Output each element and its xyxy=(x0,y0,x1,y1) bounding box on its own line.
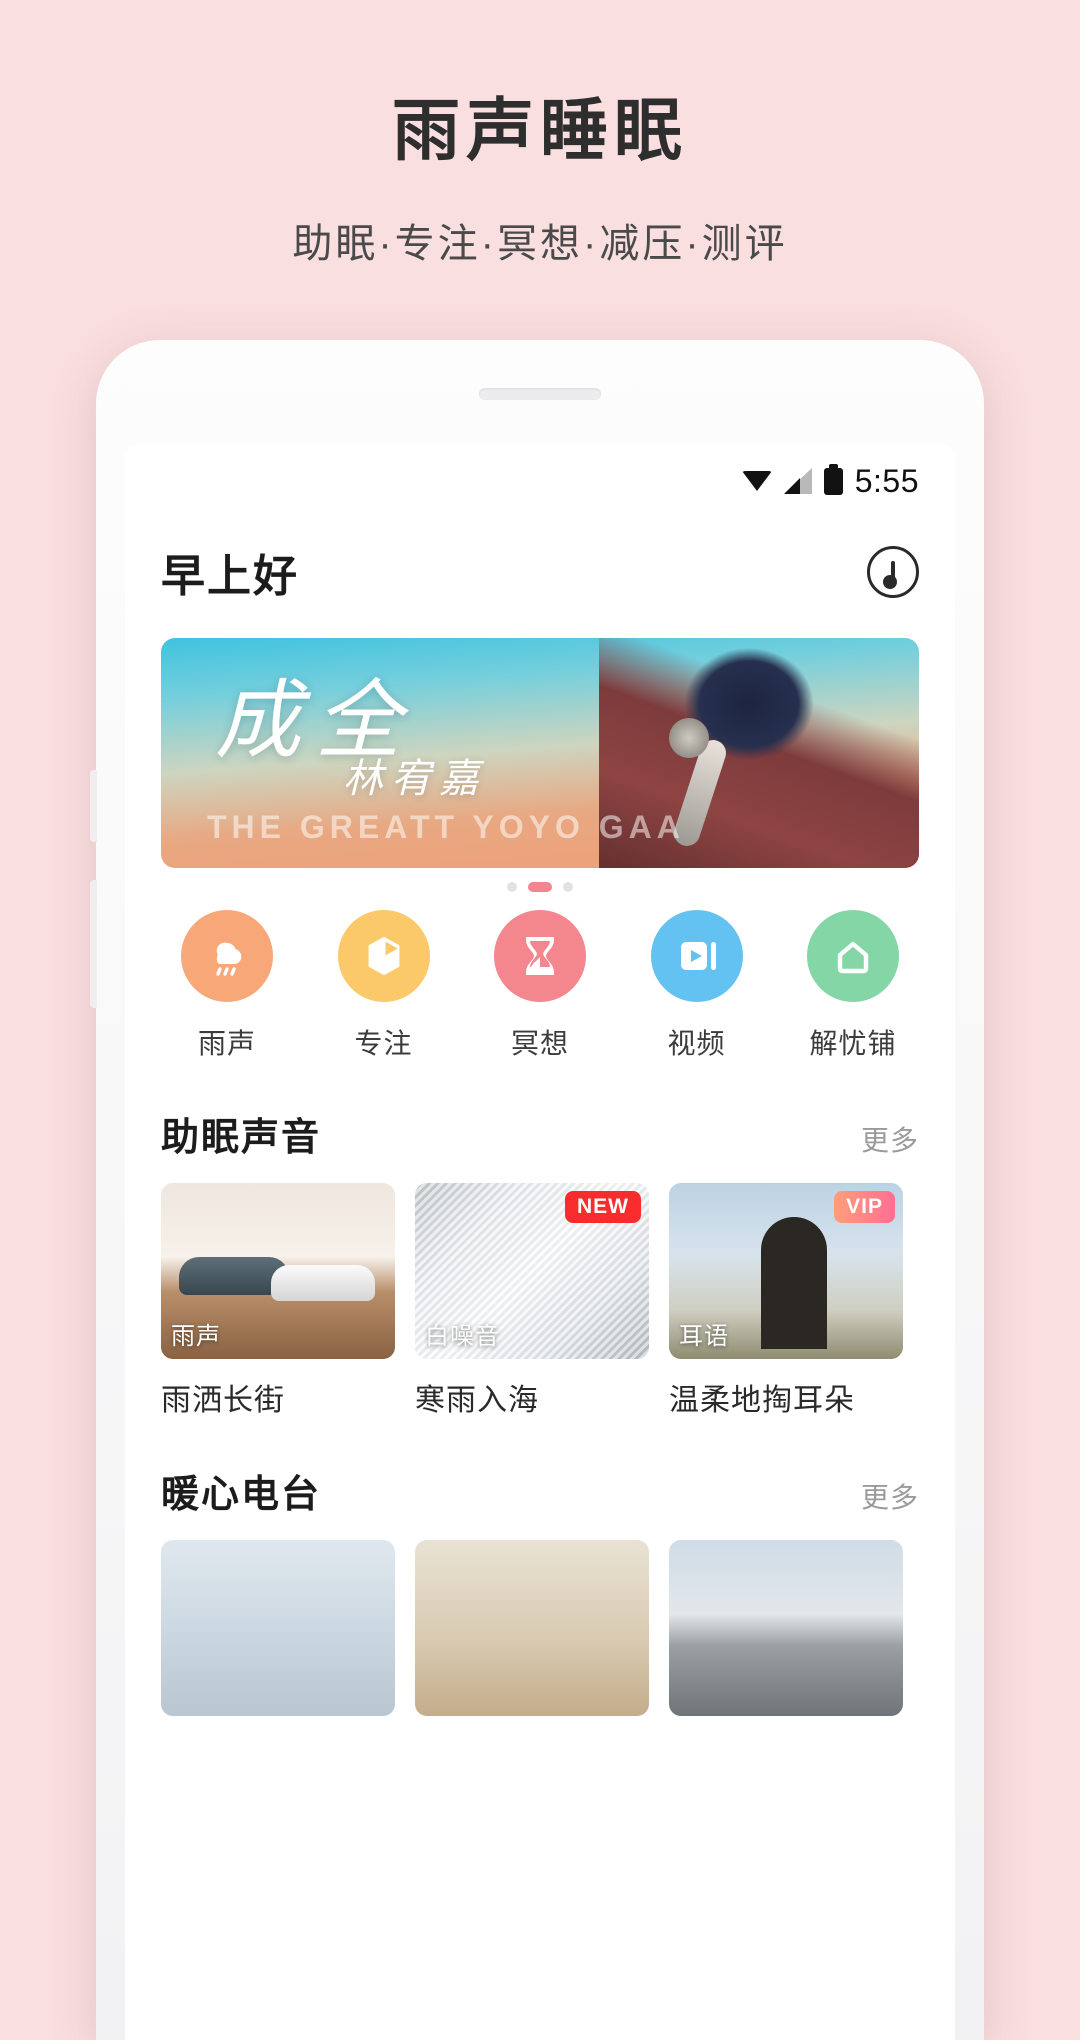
category-label: 雨声 xyxy=(197,1028,256,1059)
section-more-link[interactable]: 更多 xyxy=(861,1476,919,1516)
status-bar: 5:55 xyxy=(125,444,955,518)
banner-carousel[interactable]: 成全 林宥嘉 THE GREATT YOYO GAA xyxy=(125,626,955,896)
signal-icon xyxy=(783,468,812,494)
category-label: 冥想 xyxy=(510,1028,569,1059)
card-thumbnail[interactable]: 雨声 xyxy=(161,1183,395,1359)
content-card[interactable]: 雨声雨洒长街 xyxy=(161,1183,395,1419)
battery-icon xyxy=(823,463,843,495)
phone-side-button-up xyxy=(90,770,97,842)
app-header: 早上好 xyxy=(125,518,955,626)
video-play-icon[interactable] xyxy=(650,910,743,1002)
content-card[interactable] xyxy=(161,1540,395,1716)
category-label: 解忧铺 xyxy=(809,1028,897,1059)
card-title: 温柔地掏耳朵 xyxy=(669,1384,855,1417)
content-card[interactable] xyxy=(669,1540,903,1716)
music-disc-icon[interactable] xyxy=(867,546,919,598)
carousel-dot[interactable] xyxy=(563,882,573,892)
promo-subtitle: 助眠·专注·冥想·减压·测评 xyxy=(292,222,788,267)
content-card[interactable]: 白噪音 NEW 寒雨入海 xyxy=(415,1183,649,1419)
card-thumbnail[interactable] xyxy=(669,1540,903,1716)
card-row-1 xyxy=(125,1518,955,1716)
category-label: 视频 xyxy=(667,1028,726,1059)
category-item-2[interactable]: 冥想 xyxy=(482,910,598,1062)
carousel-dot-active[interactable] xyxy=(528,882,552,892)
card-thumbnail[interactable]: 白噪音 NEW xyxy=(415,1183,649,1359)
wifi-icon xyxy=(741,469,772,493)
card-tag: 白噪音 xyxy=(425,1323,500,1350)
phone-screen: 5:55 早上好 成全 林宥嘉 THE GREATT YOYO GAA 雨声 专注… xyxy=(125,444,955,2040)
banner-slide[interactable]: 成全 林宥嘉 THE GREATT YOYO GAA xyxy=(161,638,919,868)
card-thumbnail[interactable] xyxy=(415,1540,649,1716)
section-header-1: 暖心电台 更多 xyxy=(125,1419,955,1518)
hourglass-icon[interactable] xyxy=(494,910,586,1002)
content-card[interactable] xyxy=(415,1540,649,1716)
page-title: 早上好 xyxy=(161,552,299,601)
section-title: 暖心电台 xyxy=(161,1474,322,1516)
category-item-3[interactable]: 视频 xyxy=(639,910,755,1062)
rain-cloud-icon[interactable] xyxy=(181,910,273,1002)
category-row: 雨声 专注 冥想 视频 解忧铺 xyxy=(125,896,955,1062)
phone-speaker xyxy=(479,388,601,400)
card-thumbnail[interactable] xyxy=(161,1540,395,1716)
status-badge-new: NEW xyxy=(565,1191,641,1223)
category-item-1[interactable]: 专注 xyxy=(326,910,442,1062)
content-sections: 助眠声音 更多 雨声 雨洒长街 白噪音 NEW 寒雨入海 耳语 VIP 温柔地掏耳朵 暖心电台 更多 xyxy=(125,1062,955,1716)
content-card[interactable]: 耳语 VIP 温柔地掏耳朵 xyxy=(669,1183,903,1419)
promo-header: 雨声睡眠 助眠·专注·冥想·减压·测评 xyxy=(0,0,1080,269)
phone-mockup: 5:55 早上好 成全 林宥嘉 THE GREATT YOYO GAA 雨声 专注… xyxy=(90,340,984,2040)
section-more-link[interactable]: 更多 xyxy=(861,1119,919,1159)
carousel-dots[interactable] xyxy=(161,868,919,896)
card-tag: 雨声 xyxy=(171,1323,221,1350)
category-label: 专注 xyxy=(354,1028,413,1059)
card-title: 雨洒长街 xyxy=(161,1384,285,1417)
card-row-0: 雨声 雨洒长街 白噪音 NEW 寒雨入海 耳语 VIP 温柔地掏耳朵 xyxy=(125,1161,955,1419)
section-title: 助眠声音 xyxy=(161,1117,322,1159)
card-thumbnail[interactable]: 耳语 VIP xyxy=(669,1183,903,1359)
banner-title-en: THE GREATT YOYO GAA xyxy=(207,809,685,845)
house-icon[interactable] xyxy=(807,910,899,1002)
phone-side-button-down xyxy=(90,880,97,1008)
status-badge-vip: VIP xyxy=(834,1191,895,1223)
card-title: 寒雨入海 xyxy=(415,1384,539,1417)
category-item-4[interactable]: 解忧铺 xyxy=(795,910,911,1062)
carousel-dot[interactable] xyxy=(507,882,517,892)
promo-title: 雨声睡眠 xyxy=(391,93,688,169)
banner-artist-cn: 林宥嘉 xyxy=(343,756,487,801)
category-item-0[interactable]: 雨声 xyxy=(169,910,285,1062)
card-tag: 耳语 xyxy=(679,1323,729,1350)
status-bar-clock: 5:55 xyxy=(854,462,919,499)
section-header-0: 助眠声音 更多 xyxy=(125,1062,955,1161)
hexagon-clock-icon[interactable] xyxy=(337,910,430,1002)
